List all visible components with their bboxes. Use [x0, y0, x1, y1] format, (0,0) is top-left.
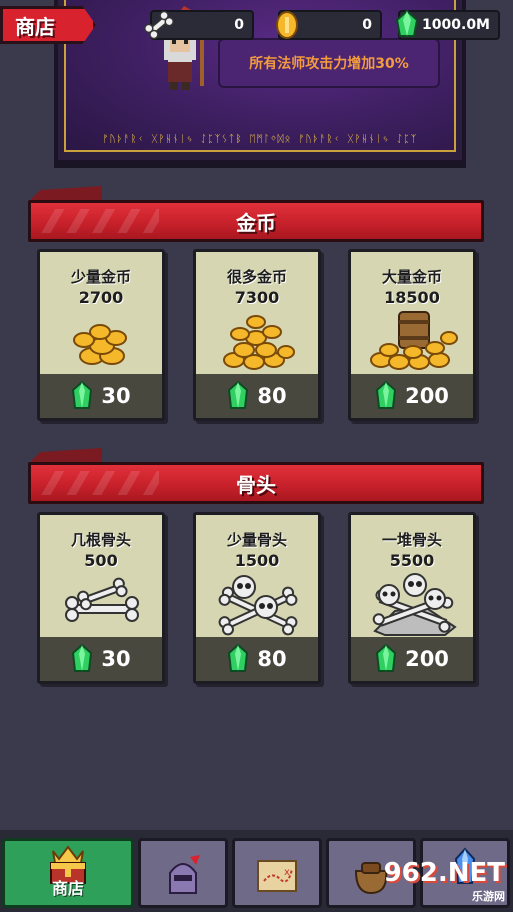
gem-icon: [376, 381, 397, 409]
shop-item-coins-medium[interactable]: 很多金币 7300 80: [193, 249, 321, 421]
item-name: 少量金币: [70, 268, 131, 286]
bone-pile-icon: [372, 573, 457, 636]
gem-icon: [376, 644, 397, 672]
header-stripes: [39, 209, 159, 233]
item-name: 大量金币: [381, 268, 442, 286]
section-header-bones: 骨头: [28, 462, 484, 504]
watermark-brand: 962.NET: [383, 858, 505, 888]
price-button[interactable]: 80: [196, 637, 318, 681]
header-stripes: [39, 471, 159, 495]
shop-item-coins-small[interactable]: 少量金币 2700 30: [37, 249, 165, 421]
item-amount: 2700: [78, 288, 124, 307]
coins-count: 0: [362, 17, 372, 33]
watermark-logo: 962.NET 乐游网: [384, 858, 505, 904]
price-button[interactable]: 80: [196, 374, 318, 418]
price-value: 80: [257, 384, 287, 408]
item-amount: 500: [84, 551, 118, 570]
bones-counter: 0: [144, 10, 254, 40]
shop-item-coins-large[interactable]: 大量金币 18500 200: [348, 249, 476, 421]
section-title: 金币: [236, 210, 276, 235]
coin-pile-medium-icon: [223, 315, 295, 370]
gem-icon: [72, 644, 93, 672]
item-name: 几根骨头: [70, 531, 131, 549]
item-amount: 7300: [234, 288, 280, 307]
price-value: 30: [101, 384, 131, 408]
gem-icon: [228, 381, 249, 409]
coins-counter: 0: [276, 10, 382, 40]
price-value: 80: [257, 647, 287, 671]
shop-item-bones-some[interactable]: 少量骨头 1500 80: [193, 512, 321, 684]
skulls-bones-icon: [218, 575, 298, 636]
nav-tab-shop[interactable]: 商店: [2, 838, 134, 908]
nav-tab-map[interactable]: x: [232, 838, 322, 908]
item-name: 少量骨头: [226, 531, 287, 549]
shop-title: 商店: [15, 14, 55, 39]
gem-icon: [395, 9, 419, 37]
bones-few-icon: [65, 577, 139, 622]
item-amount: 1500: [234, 551, 280, 570]
price-button[interactable]: 30: [40, 637, 162, 681]
nav-tab-heroes[interactable]: [138, 838, 228, 908]
coin-pile-small-icon: [73, 324, 127, 365]
item-name: 很多金币: [226, 268, 287, 286]
gem-icon: [228, 644, 249, 672]
bonus-text: 所有法师攻击力增加30%: [249, 56, 409, 72]
shop-item-bones-few[interactable]: 几根骨头 500 30: [37, 512, 165, 684]
svg-text:x: x: [284, 867, 290, 878]
shop-item-bones-pile[interactable]: 一堆骨头 5500 200: [348, 512, 476, 684]
gems-count: 1000.0M: [422, 17, 490, 33]
item-amount: 18500: [384, 288, 440, 307]
watermark-sub: 乐游网: [472, 890, 505, 903]
price-button[interactable]: 200: [351, 374, 473, 418]
price-value: 200: [405, 647, 449, 671]
gem-icon: [72, 381, 93, 409]
price-button[interactable]: 30: [40, 374, 162, 418]
item-amount: 5500: [389, 551, 435, 570]
bones-count: 0: [234, 17, 244, 33]
bottom-nav: 商店 x 962.NET 乐游网: [0, 830, 513, 912]
shop-title-tag: 商店: [0, 6, 96, 44]
bonus-box: 所有法师攻击力增加30%: [218, 38, 440, 88]
price-value: 30: [101, 647, 131, 671]
gems-counter: 1000.0M: [395, 9, 500, 40]
treasure-map-icon: x: [257, 860, 297, 892]
rune-border-text: ᚠᚢᚦᚨᚱᚲ ᚷᚹᚺᚾᛁᛃ ᛇᛈᛉᛊᛏᛒ ᛖᛗᛚᛜᛞᛟ ᚠᚢᚦᚨᚱᚲ ᚷᚹᚺᚾᛁ…: [102, 134, 418, 145]
nav-shop-label: 商店: [51, 879, 84, 898]
coin-barrel-icon: [370, 311, 458, 370]
bone-icon: [144, 10, 174, 40]
item-name: 一堆骨头: [381, 531, 442, 549]
section-title: 骨头: [236, 472, 276, 497]
coin-icon: [276, 11, 298, 39]
price-button[interactable]: 200: [351, 637, 473, 681]
price-value: 200: [405, 384, 449, 408]
section-header-coins: 金币: [28, 200, 484, 242]
knight-helmet-icon: [169, 855, 200, 894]
